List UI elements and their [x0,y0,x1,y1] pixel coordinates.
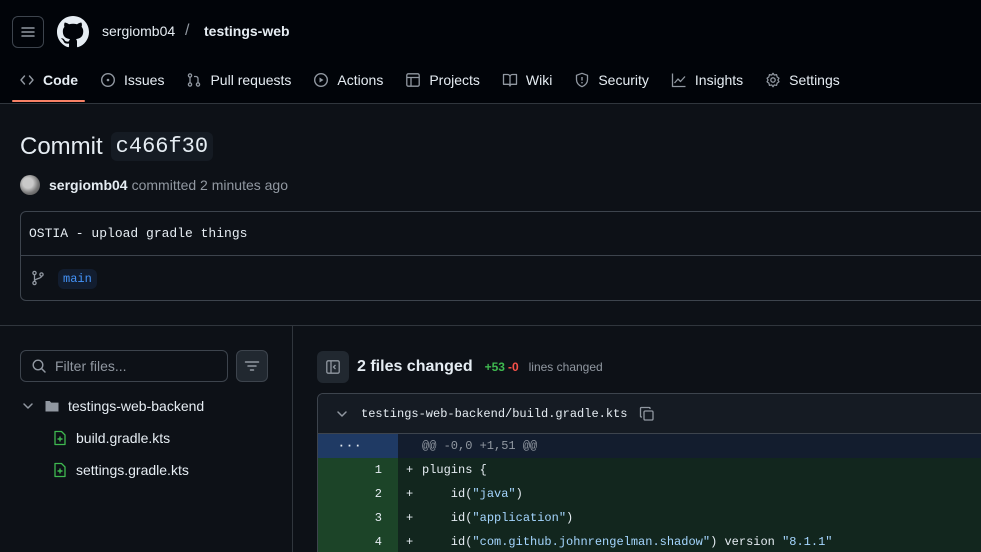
diff-file-header: testings-web-backend/build.gradle.kts [318,394,981,434]
chevron-down-icon [23,403,33,409]
file-added-icon [54,462,66,478]
divider [21,255,981,256]
tab-projects-label: Projects [429,72,480,88]
tab-code-label: Code [43,72,78,88]
tab-security-label: Security [598,72,649,88]
tab-projects[interactable]: Projects [394,62,491,98]
branch-badge[interactable]: main [58,269,97,289]
lines-changed-label: lines changed [528,360,603,374]
chevron-down-icon[interactable] [334,406,350,422]
diff-line[interactable]: 2 + id("java") [318,482,981,506]
line-number[interactable]: 1 [318,458,398,482]
repo-header: sergiomb04 / testings-web Code Issues Pu… [0,0,981,104]
diff-sign: + [406,463,414,477]
code-line: id("com.github.johnrengelman.shadow") ve… [422,535,833,549]
commit-author-row: sergiomb04 committed 2 minutes ago [20,175,288,195]
shield-icon [576,72,589,88]
tab-settings[interactable]: Settings [754,62,851,98]
tab-issues[interactable]: Issues [89,62,175,98]
repo-nav-tabs: Code Issues Pull requests Actions Projec… [8,62,851,102]
line-number[interactable]: 2 [318,482,398,506]
copy-icon[interactable] [639,406,655,422]
commit-title: Commit c466f30 [20,132,214,161]
section-divider [0,325,981,326]
commit-time: committed 2 minutes ago [131,177,288,193]
hunk-header: @@ -0,0 +1,51 @@ [422,439,538,453]
code-icon [20,75,34,85]
tab-wiki-label: Wiki [525,72,553,88]
tab-actions-label: Actions [337,72,384,88]
sidebar-divider [292,325,293,552]
graph-icon [671,73,686,88]
hamburger-icon [21,27,35,37]
tab-code[interactable]: Code [8,62,89,102]
book-icon [502,73,518,87]
filter-files-input[interactable] [55,358,215,374]
gear-icon [766,72,780,88]
code-line: id("java") [422,487,523,501]
commit-message-box: OSTIA - upload gradle things main [20,211,981,301]
tree-folder-row[interactable]: testings-web-backend [20,398,204,414]
search-icon [32,359,46,373]
diff-file-path[interactable]: testings-web-backend/build.gradle.kts [361,407,627,421]
tab-security[interactable]: Security [563,62,660,98]
toggle-file-tree-button[interactable] [317,351,349,383]
filter-options-button[interactable] [236,350,268,382]
sidebar-collapse-icon [326,360,340,374]
tab-issues-label: Issues [124,72,165,88]
file-diff: testings-web-backend/build.gradle.kts ··… [317,393,981,552]
commit-sha[interactable]: c466f30 [110,132,214,161]
git-branch-icon [32,270,44,286]
tree-file-label: build.gradle.kts [76,430,171,446]
github-logo-icon[interactable] [57,16,89,48]
tree-folder-label: testings-web-backend [68,398,205,414]
avatar[interactable] [20,175,40,195]
tree-file-label: settings.gradle.kts [76,462,189,478]
diff-line[interactable]: 3 + id("application") [318,506,981,530]
diff-line[interactable]: 1 + plugins { [318,458,981,482]
commit-author-link[interactable]: sergiomb04 [49,177,128,193]
tab-insights-label: Insights [694,72,744,88]
line-number[interactable]: 3 [318,506,398,530]
tab-actions[interactable]: Actions [302,62,394,98]
tab-pull-requests-label: Pull requests [210,72,292,88]
diff-sign: + [406,487,414,501]
issue-icon [100,72,116,88]
tab-pull-requests[interactable]: Pull requests [175,62,302,98]
filter-files-field[interactable] [20,350,228,382]
tab-wiki[interactable]: Wiki [491,62,563,98]
breadcrumb-owner-link[interactable]: sergiomb04 [102,23,175,39]
files-changed-count: 2 files changed [357,358,473,375]
code-line: plugins { [422,463,487,477]
commit-message: OSTIA - upload gradle things [29,226,248,241]
table-icon [406,73,421,87]
expand-hunk-button[interactable]: ··· [318,434,398,458]
tree-file-row[interactable]: build.gradle.kts [52,430,170,446]
hamburger-menu-button[interactable] [12,16,44,48]
diff-summary: 2 files changed +53 -0 lines changed [317,351,603,383]
filter-icon [244,361,260,371]
folder-icon [45,401,59,412]
deletions-count: -0 [507,360,519,374]
play-icon [314,72,329,88]
tab-insights[interactable]: Insights [660,62,754,98]
tab-settings-label: Settings [789,72,840,88]
additions-count: +53 [484,360,505,374]
diff-sign: + [406,511,414,525]
diff-line[interactable]: 4 + id("com.github.johnrengelman.shadow"… [318,530,981,552]
tree-file-row[interactable]: settings.gradle.kts [52,462,189,478]
file-added-icon [54,430,66,446]
diff-sign: + [406,535,414,549]
diff-hunk-row: ··· @@ -0,0 +1,51 @@ [318,434,981,458]
line-number[interactable]: 4 [318,530,398,552]
breadcrumb-repo-link[interactable]: testings-web [204,23,290,39]
code-line: id("application") [422,511,574,525]
commit-title-prefix: Commit [20,132,103,160]
pull-request-icon [188,73,201,87]
breadcrumb-separator: / [185,22,190,39]
